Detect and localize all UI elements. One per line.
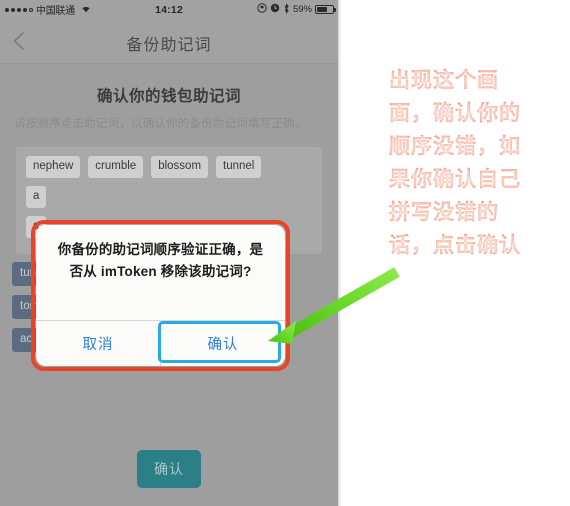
page-title: 备份助记词 [126, 37, 212, 54]
annotation-line: 话，点击确认 [389, 229, 567, 262]
annotation-line: 面，确认你的 [389, 97, 567, 130]
status-bar: 中国联通 14:12 59% [0, 0, 338, 19]
screenshot-edge-shadow [338, 0, 341, 506]
dialog-confirm-button[interactable]: 确认 [160, 321, 285, 366]
dialog-actions: 取消 确认 [36, 320, 285, 366]
selected-words-row: a [26, 186, 316, 208]
rotation-lock-icon [257, 3, 267, 16]
screenshot-root: 中国联通 14:12 59% 备份助记词 确认你的钱包助记词 请按顺序点击助记词… [0, 0, 570, 506]
alarm-clock-icon [270, 3, 280, 16]
selected-word-chip[interactable]: a [26, 186, 47, 208]
annotation-line: 出现这个画 [389, 64, 567, 97]
confirm-dialog: 你备份的助记词顺序验证正确，是否从 imToken 移除该助记词? 取消 确认 [36, 225, 285, 366]
dialog-message: 你备份的助记词顺序验证正确，是否从 imToken 移除该助记词? [57, 242, 264, 279]
annotation-line: 拼写没错的 [389, 196, 567, 229]
selected-words-row: nephew crumble blossom tunnel [26, 156, 316, 178]
battery-percent-label: 59% [292, 4, 312, 15]
bluetooth-icon [283, 2, 290, 17]
selected-word-chip[interactable]: tunnel [216, 156, 262, 178]
selected-word-chip[interactable]: crumble [88, 156, 144, 178]
annotation-line: 顺序没错，如 [389, 130, 567, 163]
page-confirm-button[interactable]: 确认 [137, 450, 201, 488]
annotation-text-block: 出现这个画 面，确认你的 顺序没错，如 果你确认自己 拼写没错的 话，点击确认 [389, 64, 567, 262]
annotation-line: 果你确认自己 [389, 163, 567, 196]
content-subtext: 请按顺序点击助记词，以确认你的备份助记词填写正确。 [14, 118, 307, 130]
status-bar-right: 59% [257, 2, 336, 17]
selected-word-chip[interactable]: nephew [26, 156, 81, 178]
phone-screenshot: 中国联通 14:12 59% 备份助记词 确认你的钱包助记词 请按顺序点击助记词… [0, 0, 338, 506]
battery-icon [315, 5, 336, 14]
nav-bar: 备份助记词 [0, 19, 338, 64]
dialog-cancel-button[interactable]: 取消 [36, 321, 160, 366]
content-heading: 确认你的钱包助记词 [96, 88, 241, 105]
selected-word-chip[interactable]: blossom [151, 156, 209, 178]
